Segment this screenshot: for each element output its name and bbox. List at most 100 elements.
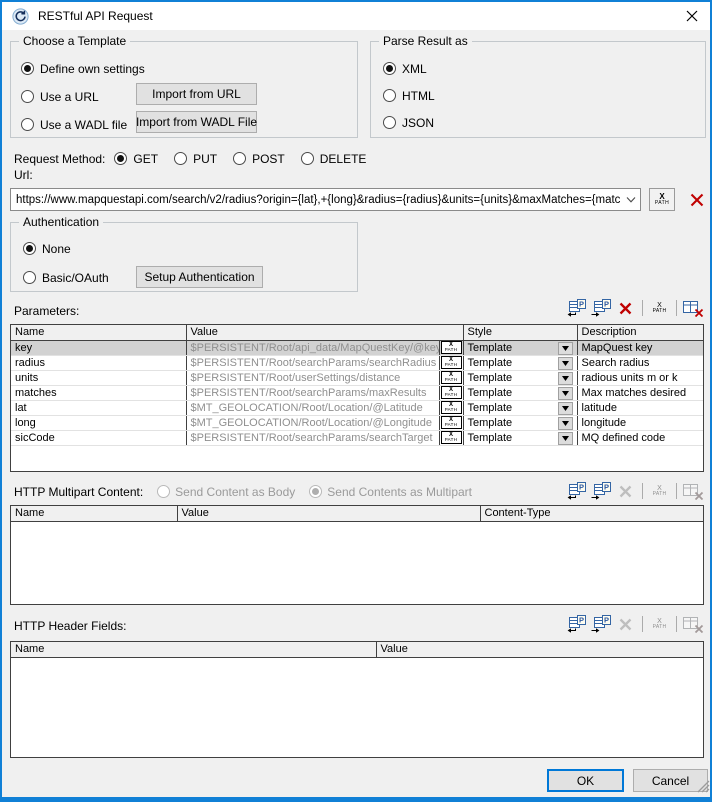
xpath-button[interactable]: XPATH	[441, 371, 462, 384]
triangle-down-icon[interactable]	[558, 402, 573, 415]
param-name-cell[interactable]: sicCode	[11, 430, 186, 445]
radio-use-a-url[interactable]: Use a URL	[21, 89, 99, 104]
insert-parameter-icon[interactable]: P	[589, 299, 612, 318]
xpath-toolbar-button[interactable]: X PATH	[648, 299, 671, 318]
parameter-row[interactable]: key$PERSISTENT/Root/api_data/MapQuestKey…	[11, 340, 703, 355]
column-header-value[interactable]: Value	[186, 325, 463, 340]
radio-icon[interactable]	[21, 62, 34, 75]
column-header-name[interactable]: Name	[11, 506, 177, 521]
param-style-cell[interactable]: Template	[463, 400, 577, 415]
column-header-description[interactable]: Description	[577, 325, 703, 340]
radio-none[interactable]: None	[23, 241, 71, 256]
param-style-cell[interactable]: Template	[463, 340, 577, 355]
insert-multipart-icon[interactable]: P	[589, 482, 612, 501]
parameter-row[interactable]: long$MT_GEOLOCATION/Root/Location/@Longi…	[11, 415, 703, 430]
xpath-button[interactable]: XPATH	[441, 431, 462, 444]
url-value[interactable]: https://www.mapquestapi.com/search/v2/ra…	[11, 194, 621, 206]
param-name-cell[interactable]: key	[11, 340, 186, 355]
delete-parameter-icon[interactable]	[614, 299, 637, 318]
multipart-header-row[interactable]: Name Value Content-Type	[11, 506, 703, 521]
radio-get[interactable]: GET	[114, 151, 158, 166]
parameter-row[interactable]: units$PERSISTENT/Root/userSettings/dista…	[11, 370, 703, 385]
param-description-cell[interactable]: Max matches desired	[577, 385, 703, 400]
xpath-button[interactable]: XPATH	[441, 341, 462, 354]
column-header-value[interactable]: Value	[376, 642, 703, 657]
radio-put[interactable]: PUT	[174, 151, 217, 166]
header-fields-header-row[interactable]: Name Value	[11, 642, 703, 657]
radio-icon[interactable]	[233, 152, 246, 165]
radio-icon[interactable]	[23, 271, 36, 284]
url-combobox[interactable]: https://www.mapquestapi.com/search/v2/ra…	[10, 188, 641, 211]
clear-url-icon[interactable]	[684, 189, 709, 211]
parameters-header-row[interactable]: Name Value Style Description	[11, 325, 703, 340]
insert-header-field-icon[interactable]: P	[589, 615, 612, 634]
xpath-button[interactable]: XPATH	[441, 416, 462, 429]
radio-icon[interactable]	[21, 90, 34, 103]
column-header-content-type[interactable]: Content-Type	[480, 506, 703, 521]
url-xpath-button[interactable]: X PATH	[649, 188, 675, 211]
param-style-cell[interactable]: Template	[463, 430, 577, 445]
param-value-cell[interactable]: $PERSISTENT/Root/searchParams/searchRadi…	[186, 355, 439, 370]
radio-post[interactable]: POST	[233, 151, 285, 166]
triangle-down-icon[interactable]	[558, 432, 573, 445]
param-description-cell[interactable]: longitude	[577, 415, 703, 430]
triangle-down-icon[interactable]	[558, 342, 573, 355]
triangle-down-icon[interactable]	[558, 357, 573, 370]
setup-authentication-button[interactable]: Setup Authentication	[136, 266, 263, 288]
radio-html[interactable]: HTML	[383, 88, 435, 103]
import-from-wadl-button[interactable]: Import from WADL File	[136, 111, 257, 133]
param-style-cell[interactable]: Template	[463, 415, 577, 430]
radio-icon[interactable]	[383, 89, 396, 102]
close-icon[interactable]	[674, 2, 710, 30]
radio-use-a-wadl-file[interactable]: Use a WADL file	[21, 117, 127, 132]
append-multipart-icon[interactable]: P	[564, 482, 587, 501]
radio-icon[interactable]	[21, 118, 34, 131]
radio-icon[interactable]	[301, 152, 314, 165]
column-header-name[interactable]: Name	[11, 642, 376, 657]
param-description-cell[interactable]: Search radius	[577, 355, 703, 370]
param-description-cell[interactable]: MapQuest key	[577, 340, 703, 355]
radio-define-own-settings[interactable]: Define own settings	[21, 61, 145, 76]
import-from-url-button[interactable]: Import from URL	[136, 83, 257, 105]
param-name-cell[interactable]: lat	[11, 400, 186, 415]
column-header-name[interactable]: Name	[11, 325, 186, 340]
parameter-row[interactable]: sicCode$PERSISTENT/Root/searchParams/sea…	[11, 430, 703, 445]
resize-grip[interactable]	[697, 780, 710, 798]
radio-icon[interactable]	[114, 152, 127, 165]
parameter-row[interactable]: matches$PERSISTENT/Root/searchParams/max…	[11, 385, 703, 400]
param-value-cell[interactable]: $MT_GEOLOCATION/Root/Location/@Latitude	[186, 400, 439, 415]
param-style-cell[interactable]: Template	[463, 355, 577, 370]
ok-button[interactable]: OK	[547, 769, 624, 792]
radio-basic-oauth[interactable]: Basic/OAuth	[23, 270, 109, 285]
radio-icon[interactable]	[383, 116, 396, 129]
xpath-button[interactable]: XPATH	[441, 401, 462, 414]
param-name-cell[interactable]: long	[11, 415, 186, 430]
radio-icon[interactable]	[23, 242, 36, 255]
multipart-table[interactable]: Name Value Content-Type	[10, 505, 704, 605]
radio-json[interactable]: JSON	[383, 115, 434, 130]
param-description-cell[interactable]: radious units m or k	[577, 370, 703, 385]
param-description-cell[interactable]: MQ defined code	[577, 430, 703, 445]
triangle-down-icon[interactable]	[558, 372, 573, 385]
param-value-cell[interactable]: $MT_GEOLOCATION/Root/Location/@Longitude	[186, 415, 439, 430]
header-fields-table[interactable]: Name Value	[10, 641, 704, 758]
radio-icon[interactable]	[174, 152, 187, 165]
column-header-style[interactable]: Style	[463, 325, 577, 340]
triangle-down-icon[interactable]	[558, 417, 573, 430]
xpath-button[interactable]: XPATH	[441, 386, 462, 399]
param-description-cell[interactable]: latitude	[577, 400, 703, 415]
append-header-field-icon[interactable]: P	[564, 615, 587, 634]
radio-icon[interactable]	[383, 62, 396, 75]
append-parameter-icon[interactable]: P	[564, 299, 587, 318]
param-value-cell[interactable]: $PERSISTENT/Root/searchParams/searchTarg…	[186, 430, 439, 445]
radio-xml[interactable]: XML	[383, 61, 427, 76]
param-value-cell[interactable]: $PERSISTENT/Root/api_data/MapQuestKey/@k…	[186, 340, 439, 355]
chevron-down-icon[interactable]	[621, 189, 640, 210]
param-style-cell[interactable]: Template	[463, 385, 577, 400]
delete-all-parameters-icon[interactable]	[682, 299, 705, 318]
column-header-value[interactable]: Value	[177, 506, 480, 521]
triangle-down-icon[interactable]	[558, 387, 573, 400]
param-name-cell[interactable]: radius	[11, 355, 186, 370]
param-name-cell[interactable]: units	[11, 370, 186, 385]
param-value-cell[interactable]: $PERSISTENT/Root/searchParams/maxResults	[186, 385, 439, 400]
